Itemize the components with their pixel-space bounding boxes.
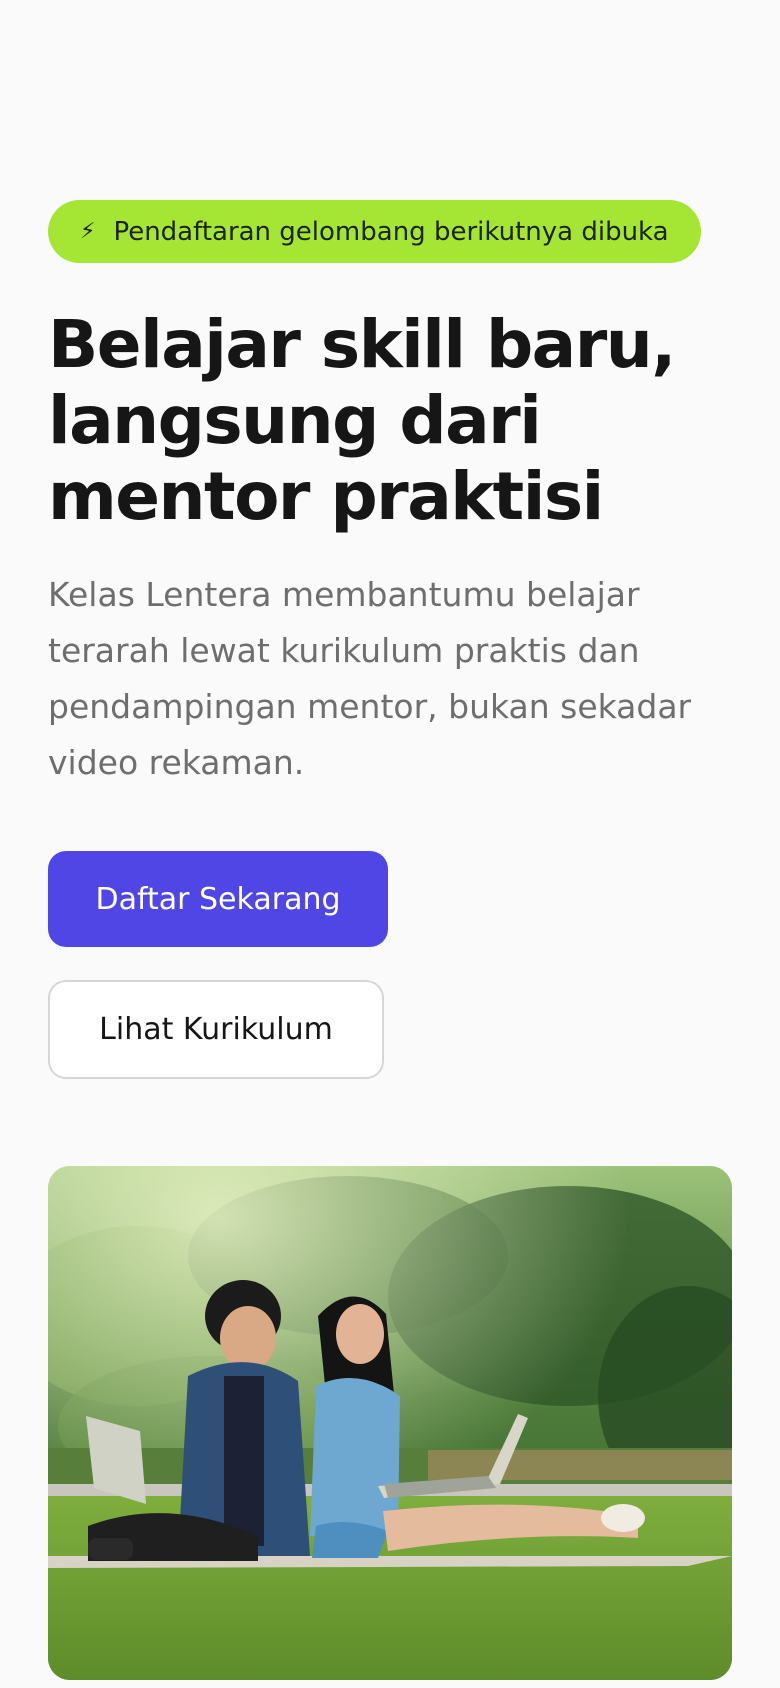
register-now-button[interactable]: Daftar Sekarang	[48, 851, 388, 947]
hero-image	[48, 1166, 732, 1680]
hero-section: ⚡ Pendaftaran gelombang berikutnya dibuk…	[48, 200, 738, 1079]
hero-headline: Belajar skill baru, langsung dari mentor…	[48, 306, 676, 535]
view-curriculum-button[interactable]: Lihat Kurikulum	[48, 980, 384, 1079]
hero-description: Kelas Lentera membantumu belajar terarah…	[48, 575, 692, 782]
badge-text: Pendaftaran gelombang berikutnya dibuka	[113, 216, 669, 247]
lightning-icon: ⚡	[80, 218, 96, 244]
enrollment-badge: ⚡ Pendaftaran gelombang berikutnya dibuk…	[48, 200, 701, 263]
